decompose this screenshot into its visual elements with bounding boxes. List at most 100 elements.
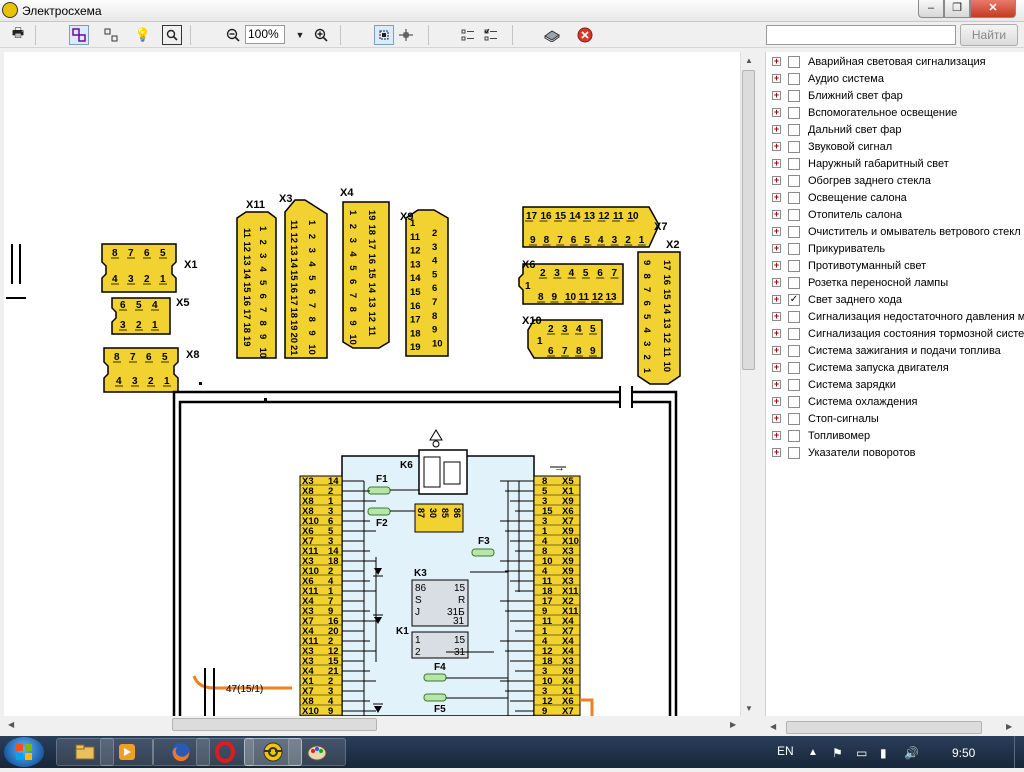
connector-x2[interactable]: 17 16 15 14 13 12 11 10 9 8 7 6 5 4 3 2 1 X2 xyxy=(637,239,681,385)
expand-plus-icon[interactable]: + xyxy=(772,244,781,253)
tree-item[interactable]: + Дальний свет фар xyxy=(766,122,1024,139)
tree-item[interactable]: + Розетка переносной лампы xyxy=(766,275,1024,292)
tree-item-checkbox[interactable] xyxy=(788,124,800,136)
expand-plus-icon[interactable]: + xyxy=(772,278,781,287)
expand-plus-icon[interactable]: + xyxy=(772,295,781,304)
expand-plus-icon[interactable]: + xyxy=(772,414,781,423)
tray-expand-icon[interactable]: ▲ xyxy=(808,747,818,758)
monitor-icon[interactable]: ▭ xyxy=(856,746,867,760)
tree-item[interactable]: + Обогрев заднего стекла xyxy=(766,173,1024,190)
close-button[interactable]: ✕ xyxy=(970,0,1016,18)
clock[interactable]: 9:50 xyxy=(952,746,975,760)
tree-item-checkbox[interactable] xyxy=(788,413,800,425)
expand-plus-icon[interactable]: + xyxy=(772,312,781,321)
expand-plus-icon[interactable]: + xyxy=(772,142,781,151)
expand-plus-icon[interactable]: + xyxy=(772,397,781,406)
tree-item-checkbox[interactable] xyxy=(788,209,800,221)
expand-plus-icon[interactable]: + xyxy=(772,261,781,270)
book-icon[interactable] xyxy=(542,25,562,45)
connector-x4[interactable]: 12345678910191817161514131211 X4 xyxy=(340,187,390,349)
tree-item[interactable]: + Очиститель и омыватель ветрового стекл xyxy=(766,224,1024,241)
expand-plus-icon[interactable]: + xyxy=(772,431,781,440)
connector-x11[interactable]: 11121314151617181912345678910 X11 xyxy=(236,199,277,359)
scroll-left-icon[interactable]: ◀ xyxy=(770,722,776,731)
tree-item-checkbox[interactable] xyxy=(788,141,800,153)
diagram-canvas[interactable]: 87654321 X1 654321 X5 87654321 X8 11 12 13… xyxy=(4,52,740,716)
tree-item[interactable]: + Освещение салона xyxy=(766,190,1024,207)
tree-item[interactable]: + Ближний свет фар xyxy=(766,88,1024,105)
zoom-in-icon[interactable] xyxy=(311,25,331,45)
tree-item-checkbox[interactable] xyxy=(788,73,800,85)
expand-plus-icon[interactable]: + xyxy=(772,346,781,355)
expand-plus-icon[interactable]: + xyxy=(772,91,781,100)
tree-item-checkbox[interactable] xyxy=(788,226,800,238)
tree-item-checkbox[interactable] xyxy=(788,447,800,459)
tree-item-checkbox[interactable] xyxy=(788,362,800,374)
expand-plus-icon[interactable]: + xyxy=(772,159,781,168)
tree-item[interactable]: + Сигнализация состояния тормозной систе xyxy=(766,326,1024,343)
volume-icon[interactable]: 🔊 xyxy=(904,746,919,760)
tree-item-checkbox[interactable] xyxy=(788,107,800,119)
search-input[interactable] xyxy=(766,25,956,45)
tree-scroll-thumb[interactable] xyxy=(786,721,982,734)
tree-item[interactable]: + Отопитель салона xyxy=(766,207,1024,224)
find-icon[interactable] xyxy=(162,25,182,45)
tree-item-checkbox-checked[interactable]: ✓ xyxy=(788,294,800,306)
search-button[interactable]: Найти xyxy=(960,24,1018,46)
tree-item[interactable]: + Сигнализация недостаточного давления м xyxy=(766,309,1024,326)
connector-x7[interactable]: 17 16 15 14 13 12 11 10 9 8 7 6 5 4 3 2 1 X7 xyxy=(522,206,667,248)
checklist-icon[interactable] xyxy=(481,25,501,45)
tree-item-checkbox[interactable] xyxy=(788,243,800,255)
zoom-dropdown-icon[interactable]: ▼ xyxy=(290,25,310,45)
network-icon[interactable]: ▮ xyxy=(880,746,887,760)
tree-item[interactable]: + Стоп-сигналы xyxy=(766,411,1024,428)
highlight-icon[interactable]: 💡 xyxy=(133,25,153,45)
tree-item-checkbox[interactable] xyxy=(788,311,800,323)
action-center-flag-icon[interactable]: ⚑ xyxy=(832,746,843,760)
tree-item-checkbox[interactable] xyxy=(788,396,800,408)
tree-item[interactable]: + Наружный габаритный свет xyxy=(766,156,1024,173)
tree-item-checkbox[interactable] xyxy=(788,56,800,68)
print-icon[interactable]: 🖶 xyxy=(8,25,28,45)
zoom-out-icon[interactable] xyxy=(223,25,243,45)
tree-item-checkbox[interactable] xyxy=(788,158,800,170)
tree-horizontal-scrollbar[interactable]: ◀ ▶ xyxy=(766,719,1022,736)
tree-item[interactable]: + ✓ Свет заднего хода xyxy=(766,292,1024,309)
connector-x5[interactable]: 6 5 4 3 2 1 X5 xyxy=(111,297,189,335)
expand-plus-icon[interactable]: + xyxy=(772,227,781,236)
show-desktop-button[interactable] xyxy=(1014,736,1024,768)
tree-item-checkbox[interactable] xyxy=(788,175,800,187)
tree-item[interactable]: + Прикуриватель xyxy=(766,241,1024,258)
expand-plus-icon[interactable]: + xyxy=(772,57,781,66)
tree-item[interactable]: + Противотуманный свет xyxy=(766,258,1024,275)
scroll-right-icon[interactable]: ▶ xyxy=(1006,722,1012,731)
scroll-right-icon[interactable]: ▶ xyxy=(730,720,736,729)
tree-item[interactable]: + Вспомогательное освещение xyxy=(766,105,1024,122)
connector-x10[interactable]: 2 3 4 5 6 7 8 9 1 X10 xyxy=(522,315,603,359)
tree-item[interactable]: + Топливомер xyxy=(766,428,1024,445)
tree-item-checkbox[interactable] xyxy=(788,90,800,102)
expand-plus-icon[interactable]: + xyxy=(772,74,781,83)
expand-plus-icon[interactable]: + xyxy=(772,380,781,389)
tree-item-checkbox[interactable] xyxy=(788,328,800,340)
tree-item[interactable]: + Система запуска двигателя xyxy=(766,360,1024,377)
tree-item-checkbox[interactable] xyxy=(788,345,800,357)
expand-plus-icon[interactable]: + xyxy=(772,363,781,372)
move-icon[interactable] xyxy=(396,25,416,45)
taskbar-media-player[interactable] xyxy=(100,738,154,766)
tree-item-checkbox[interactable] xyxy=(788,430,800,442)
tree-item-checkbox[interactable] xyxy=(788,192,800,204)
expand-plus-icon[interactable]: + xyxy=(772,210,781,219)
connector-x6[interactable]: 2 3 4 5 6 7 8 9 10 11 12 13 1 X6 xyxy=(518,259,624,305)
tree-item[interactable]: + Система охлаждения xyxy=(766,394,1024,411)
scroll-left-icon[interactable]: ◀ xyxy=(8,720,14,729)
tree-item-checkbox[interactable] xyxy=(788,277,800,289)
tree-item[interactable]: + Аудио система xyxy=(766,71,1024,88)
list-icon[interactable] xyxy=(458,25,478,45)
expand-plus-icon[interactable]: + xyxy=(772,108,781,117)
minimize-button[interactable]: – xyxy=(918,0,944,18)
maximize-button[interactable]: ❐ xyxy=(944,0,970,18)
expand-plus-icon[interactable]: + xyxy=(772,329,781,338)
select-icon[interactable] xyxy=(69,25,89,45)
taskbar-paint[interactable] xyxy=(288,738,346,766)
